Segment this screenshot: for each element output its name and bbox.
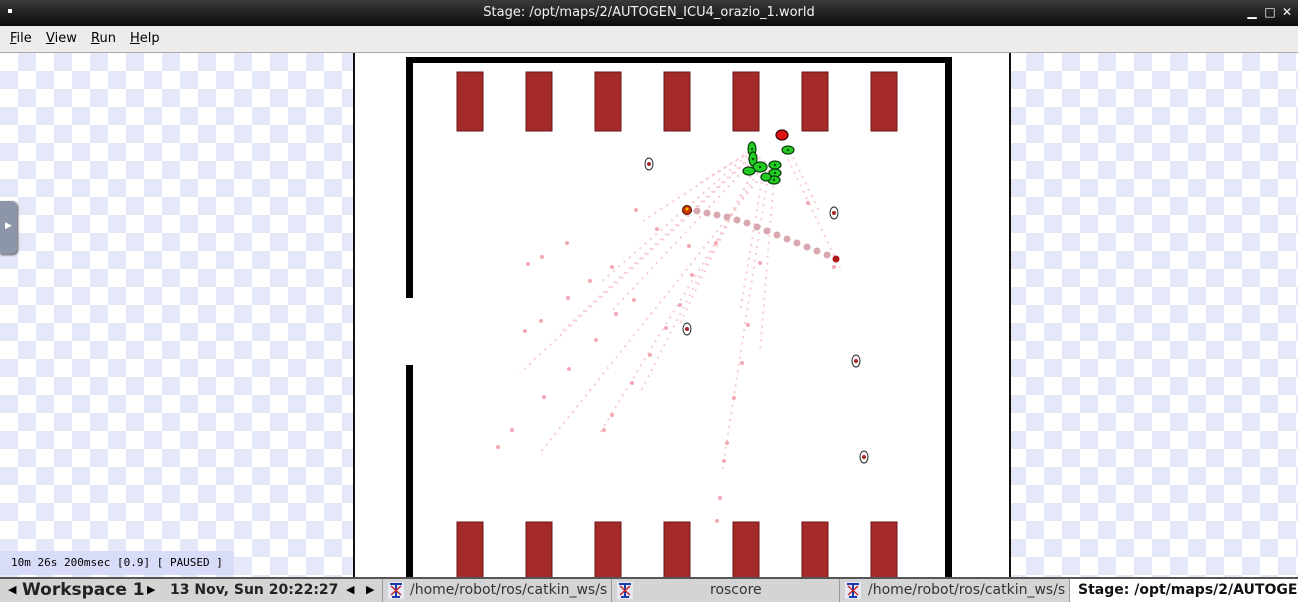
task-label: Stage: /opt/maps/2/AUTOGE — [1078, 582, 1297, 598]
task-next-icon[interactable]: ▶ — [366, 583, 374, 596]
wall-left-upper — [406, 57, 413, 298]
task-prev-icon[interactable]: ◀ — [346, 583, 354, 596]
bed — [663, 71, 691, 132]
workspace-next-icon[interactable]: ▶ — [147, 583, 155, 596]
close-icon[interactable]: ✕ — [1280, 5, 1294, 19]
beds-bottom — [456, 521, 898, 577]
side-panel-toggle[interactable]: ▶ — [0, 201, 17, 254]
bed — [732, 71, 760, 132]
bed — [456, 521, 484, 577]
bed — [732, 521, 760, 577]
bed — [594, 521, 622, 577]
ros-stage-icon — [617, 582, 633, 599]
play-icon: ▶ — [5, 221, 12, 231]
menu-file[interactable]: File — [10, 31, 32, 46]
bed — [525, 71, 553, 132]
ros-stage-icon — [845, 582, 861, 599]
status-bar: 10m 26s 200msec [0.9] [ PAUSED ] — [0, 551, 234, 575]
menu-help[interactable]: Help — [130, 31, 160, 46]
task-terminal-2[interactable]: /home/robot/ros/catkin_ws/sr — [839, 579, 1069, 602]
workspace-name[interactable]: Workspace 1 — [22, 580, 145, 600]
minimize-icon[interactable]: ▁ — [1245, 5, 1259, 19]
robot-green — [742, 166, 756, 176]
task-label: /home/robot/ros/catkin_ws/sr — [868, 582, 1066, 598]
task-label: /home/robot/ros/catkin_ws/sr — [410, 582, 608, 598]
robot-target — [832, 255, 840, 263]
laser-hits — [496, 201, 836, 523]
menu-view[interactable]: View — [46, 31, 77, 46]
white-robot-cores — [647, 162, 866, 459]
maximize-icon[interactable]: □ — [1263, 5, 1277, 19]
menu-bar: File View Run Help — [0, 26, 1298, 53]
robot-green — [760, 172, 772, 182]
bed — [594, 71, 622, 132]
bed — [870, 521, 898, 577]
world-map — [406, 57, 952, 577]
menu-run[interactable]: Run — [91, 31, 116, 46]
bed — [525, 521, 553, 577]
bed — [870, 71, 898, 132]
bed — [801, 521, 829, 577]
bed — [456, 71, 484, 132]
task-stage[interactable]: Stage: /opt/maps/2/AUTOGE — [1069, 579, 1298, 602]
bed — [663, 521, 691, 577]
clock: 13 Nov, Sun 20:22:27 — [170, 582, 339, 598]
task-terminal-1[interactable]: /home/robot/ros/catkin_ws/sr — [382, 579, 611, 602]
white-robots — [644, 157, 869, 464]
laser-rays — [519, 148, 841, 474]
walls — [406, 57, 952, 577]
simulation-canvas[interactable]: ▶ 10m 26s 200msec [0.9] [ PAUSED ] — [0, 53, 1298, 577]
window-title: Stage: /opt/maps/2/AUTOGEN_ICU4_orazio_1… — [483, 5, 815, 20]
beds-top — [456, 71, 898, 132]
bed — [801, 71, 829, 132]
robot-red — [775, 129, 789, 141]
taskbar: ◀ Workspace 1 ▶ 13 Nov, Sun 20:22:27 ◀ ▶… — [0, 577, 1298, 602]
ros-stage-icon — [388, 582, 404, 599]
wall-left-lower — [406, 365, 413, 577]
robot-trail — [693, 207, 831, 259]
workspace-prev-icon[interactable]: ◀ — [8, 583, 16, 596]
wall-top — [406, 57, 951, 63]
task-roscore[interactable]: roscore — [611, 579, 838, 602]
wall-right — [945, 57, 952, 577]
window-titlebar[interactable]: Stage: /opt/maps/2/AUTOGEN_ICU4_orazio_1… — [0, 0, 1298, 26]
task-label: roscore — [710, 582, 762, 598]
